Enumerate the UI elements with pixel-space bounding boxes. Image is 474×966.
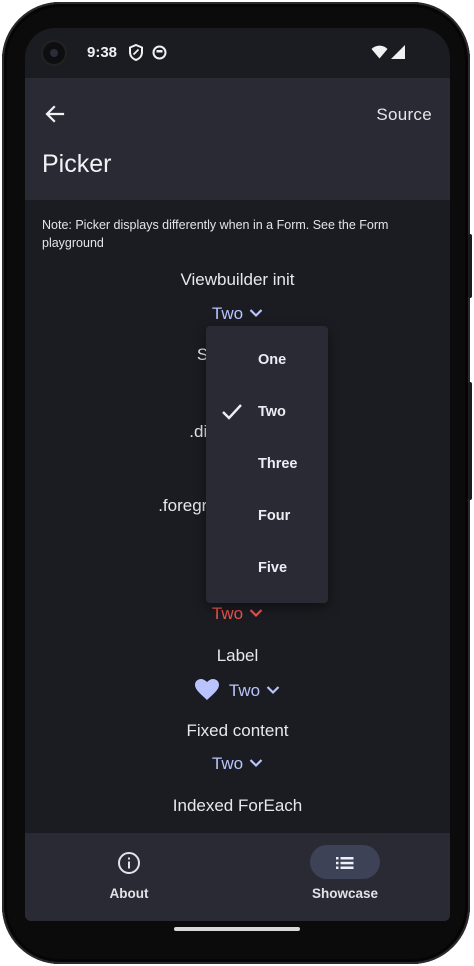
power-button (468, 234, 472, 298)
list-icon (336, 857, 354, 869)
heart-icon (194, 679, 219, 700)
menu-item-five[interactable]: Five (206, 542, 328, 594)
menu-item-label: One (258, 352, 287, 368)
menu-item-label: Five (258, 560, 288, 576)
picker-value: Two (228, 681, 261, 700)
menu-item-label: Two (258, 404, 286, 420)
bottom-navigation: About Showcase (25, 833, 450, 921)
screen: 9:38 Source Picker Note: Picker displays… (25, 28, 450, 921)
menu-item-two[interactable]: Two (206, 386, 328, 438)
menu-item-three[interactable]: Three (206, 438, 328, 490)
cellular-icon (391, 45, 405, 59)
picker-fixed-content[interactable]: Two (25, 754, 450, 774)
section-label-viewbuilder-init: Viewbuilder init (180, 270, 295, 289)
menu-item-label: Three (258, 456, 298, 472)
shield-icon (129, 44, 143, 61)
chevron-down-icon (249, 759, 263, 768)
status-bar: 9:38 (25, 28, 450, 78)
picker-value: Two (211, 754, 244, 773)
notification-icon (152, 45, 167, 60)
picker-label[interactable]: Two (25, 679, 450, 701)
menu-item-one[interactable]: One (206, 334, 328, 386)
front-camera (43, 42, 65, 64)
nav-label: About (109, 886, 149, 901)
picker-value: Two (211, 304, 244, 323)
section-label-indexed-foreach: Indexed ForEach (172, 796, 303, 815)
section-label-label: Label (216, 646, 259, 665)
nav-label: Showcase (311, 886, 379, 901)
picker-tinted[interactable]: Two (25, 604, 450, 624)
check-icon (222, 404, 242, 420)
chevron-down-icon (249, 309, 263, 318)
phone-frame: 9:38 Source Picker Note: Picker displays… (2, 2, 472, 964)
volume-button (468, 382, 472, 500)
wifi-icon (371, 45, 388, 59)
picker-dropdown-menu: One Two Three Four Five (206, 326, 328, 603)
picker-viewbuilder-init[interactable]: Two (25, 304, 450, 324)
back-arrow-icon[interactable] (43, 102, 67, 126)
menu-item-label: Four (258, 508, 291, 524)
nav-item-about[interactable]: About (44, 833, 214, 921)
section-label-fixed-content: Fixed content (186, 721, 289, 740)
chevron-down-icon (266, 686, 280, 695)
picker-value: Two (211, 604, 244, 623)
form-note: Note: Picker displays differently when i… (42, 218, 389, 250)
info-icon (118, 852, 140, 874)
chevron-down-icon (249, 609, 263, 618)
top-app-bar: Source Picker (25, 78, 450, 200)
page-title: Picker (42, 150, 112, 178)
nav-item-showcase[interactable]: Showcase (260, 833, 430, 921)
source-button[interactable]: Source (376, 105, 432, 125)
status-time: 9:38 (87, 44, 118, 61)
home-indicator[interactable] (174, 927, 300, 931)
menu-item-four[interactable]: Four (206, 490, 328, 542)
